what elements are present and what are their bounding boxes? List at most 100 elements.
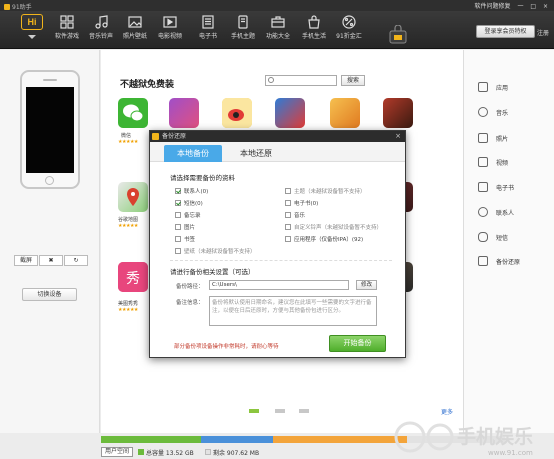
- backup-path-input[interactable]: C:\Users\: [209, 280, 349, 290]
- brand-dropdown-icon[interactable]: [28, 35, 36, 39]
- checkbox-box[interactable]: [175, 200, 181, 206]
- film-icon: [478, 157, 488, 167]
- minimize-button[interactable]: 一: [517, 3, 523, 10]
- checkbox-box[interactable]: [285, 224, 291, 230]
- checkbox-label: 壁纸（未越狱设备暂不支持）: [184, 249, 256, 255]
- main-toolbar: Hi 软件游戏 音乐铃声 照片壁纸 电影视频 电子书 手机主题 功能大全 手机生…: [0, 11, 554, 49]
- checkbox-box[interactable]: [285, 236, 291, 242]
- phone-screen: [26, 87, 74, 173]
- total-capacity: 总容量 13.52 GB: [146, 450, 194, 457]
- svg-text:秀: 秀: [126, 271, 140, 287]
- close-button[interactable]: ×: [543, 3, 548, 10]
- toolbar-ebook-label: 电子书: [198, 33, 217, 40]
- battery-lock-icon[interactable]: [387, 25, 409, 45]
- app-icon-meitu[interactable]: 秀: [118, 262, 148, 292]
- free-capacity: 剩余 907.62 MB: [213, 450, 260, 457]
- meitu-icon: 秀: [118, 262, 148, 292]
- toolbar-video[interactable]: 电影视频: [154, 15, 186, 40]
- member-login-button[interactable]: 登录享会员特权: [476, 25, 535, 38]
- toolbar-tools[interactable]: 功能大全: [262, 15, 294, 40]
- nav-ebook[interactable]: 电子书: [478, 179, 514, 195]
- toolbar-apps[interactable]: 软件游戏: [51, 15, 83, 40]
- app-icon-wechat[interactable]: [118, 98, 148, 128]
- checkbox-box[interactable]: [285, 188, 291, 194]
- register-link[interactable]: 注册: [537, 28, 549, 37]
- checkbox-box[interactable]: [285, 212, 291, 218]
- toolbar-discount[interactable]: 91折金汇: [333, 15, 365, 40]
- app-icon-2[interactable]: [169, 98, 199, 128]
- toolbar-tools-label: 功能大全: [265, 33, 290, 40]
- video-play-icon: [163, 16, 177, 28]
- checkbox-box[interactable]: [175, 224, 181, 230]
- toolbar-music[interactable]: 音乐铃声: [85, 15, 117, 40]
- checkbox-label: 自定义铃声（未越狱设备暂不支持）: [294, 225, 383, 231]
- app-icon-weibo[interactable]: [222, 98, 252, 128]
- maximize-button[interactable]: □: [530, 3, 536, 10]
- nav-label: 应用: [496, 84, 509, 92]
- search-icon: [268, 77, 274, 83]
- nav-photos[interactable]: 照片: [478, 130, 508, 146]
- discount-icon: [342, 15, 356, 29]
- nav-apps[interactable]: 应用: [478, 79, 508, 95]
- screenshot-button[interactable]: 截屏: [14, 255, 38, 266]
- app-rating: ★★★★★: [118, 223, 138, 229]
- checkbox-label: 电子书(0): [294, 201, 319, 207]
- note-textarea[interactable]: 备份将默认使用日期命名，建议您在此填写一些需要的文字进行备注，以便在日后还原时，…: [209, 296, 377, 326]
- checkbox-memo[interactable]: 备忘录: [175, 211, 201, 219]
- toolbar-ebook[interactable]: 电子书: [192, 15, 224, 40]
- nav-music[interactable]: 音乐: [478, 104, 508, 120]
- checkbox-wallpaper[interactable]: 壁纸（未越狱设备暂不支持）: [175, 247, 256, 255]
- checkbox-box[interactable]: [175, 236, 181, 242]
- checkbox-ebooks[interactable]: 电子书(0): [285, 199, 318, 207]
- checkbox-box[interactable]: [175, 248, 181, 254]
- search-button[interactable]: 搜索: [341, 75, 365, 86]
- app-logo-icon: [4, 4, 10, 10]
- nav-backup[interactable]: 备份还原: [478, 253, 520, 269]
- app-icon-google-maps[interactable]: [118, 182, 148, 212]
- checkbox-sms[interactable]: 短信(0): [175, 199, 203, 207]
- right-nav: 应用 音乐 照片 视频 电子书 联系人 短信 备份还原: [463, 50, 554, 433]
- app-rating: ★★★★★: [118, 139, 138, 145]
- switch-device-button[interactable]: 切换设备: [22, 288, 77, 301]
- checkbox-box[interactable]: [175, 188, 181, 194]
- checkbox-bookmarks[interactable]: 书签: [175, 235, 195, 243]
- page-dot-2[interactable]: [275, 409, 285, 413]
- page-dot-1[interactable]: [249, 409, 259, 413]
- checkbox-contacts[interactable]: 联系人(0): [175, 187, 208, 195]
- checkbox-box[interactable]: [175, 212, 181, 218]
- checkbox-music[interactable]: 音乐: [285, 211, 305, 219]
- app-icon-4[interactable]: [275, 98, 305, 128]
- nav-messages[interactable]: 短信: [478, 229, 508, 245]
- checkbox-theme[interactable]: 主题（未越狱设备暂不支持）: [285, 187, 366, 195]
- checkbox-box[interactable]: [285, 200, 291, 206]
- dialog-close-icon[interactable]: ×: [395, 131, 401, 142]
- tab-local-backup[interactable]: 本地备份: [164, 145, 222, 162]
- capacity-selector[interactable]: 用户空间: [101, 447, 133, 457]
- fix-link[interactable]: 软件问题修复: [475, 3, 511, 10]
- page-dot-3[interactable]: [299, 409, 309, 413]
- modify-path-button[interactable]: 修改: [356, 280, 377, 290]
- app-icon-5[interactable]: [330, 98, 360, 128]
- search-input[interactable]: [265, 75, 337, 86]
- ebook-icon: [202, 15, 214, 29]
- section-divider: [170, 260, 392, 261]
- refresh-button[interactable]: ↻: [64, 255, 88, 266]
- toolbar-photos[interactable]: 照片壁纸: [119, 15, 151, 40]
- photo-icon: [128, 16, 142, 28]
- disconnect-button[interactable]: ✖: [39, 255, 63, 266]
- tab-local-restore[interactable]: 本地还原: [227, 145, 285, 162]
- checkbox-ringtones[interactable]: 自定义铃声（未越狱设备暂不支持）: [285, 223, 382, 231]
- nav-label: 音乐: [496, 109, 509, 117]
- start-backup-button[interactable]: 开始备份: [329, 335, 386, 352]
- window-controls: 软件问题修复 一 □ ×: [470, 1, 549, 10]
- nav-video[interactable]: 视频: [478, 154, 508, 170]
- nav-contacts[interactable]: 联系人: [478, 204, 514, 220]
- checkbox-pictures[interactable]: 图片: [175, 223, 195, 231]
- brand-logo[interactable]: Hi: [21, 14, 43, 30]
- toolbar-theme[interactable]: 手机主题: [227, 15, 259, 40]
- toolbar-life[interactable]: 手机生活: [298, 15, 330, 40]
- app-icon-6[interactable]: [383, 98, 413, 128]
- backup-restore-dialog: 备份还原 × 本地备份 本地还原 请选择需要备份的资料 联系人(0) 短信(0)…: [149, 130, 406, 358]
- music-icon: [478, 107, 488, 117]
- checkbox-apps[interactable]: 应用程序（仅备份IPA）(92): [285, 235, 363, 243]
